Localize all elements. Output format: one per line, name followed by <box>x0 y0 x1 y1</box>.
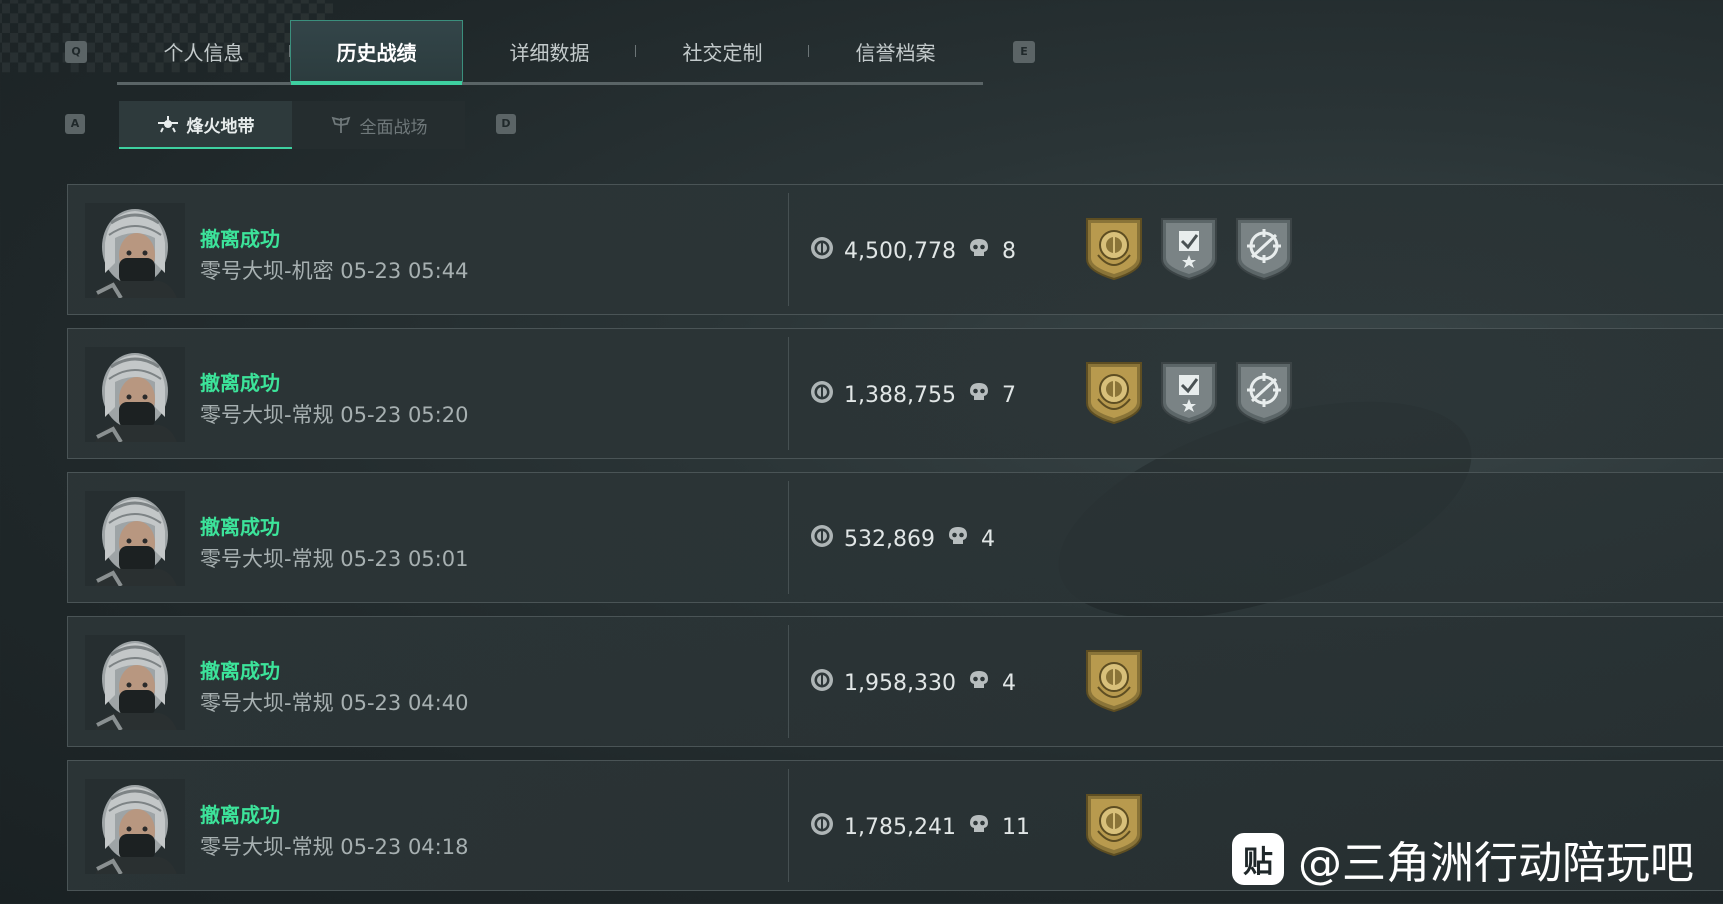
mode-tabs: 烽火地带 全面战场 <box>119 101 465 149</box>
coin-icon <box>810 524 844 554</box>
operator-avatar <box>85 635 185 730</box>
extracted-value: 532,869 <box>844 526 935 552</box>
checkmark-star-badge-icon[interactable] <box>1159 359 1219 425</box>
extracted-value: 4,500,778 <box>844 238 956 264</box>
drone-icon <box>157 116 178 133</box>
row-divider <box>788 337 789 450</box>
match-stats: 1,388,755 7 <box>810 379 1016 411</box>
watermark: 贴 @三角洲行动陪玩吧 <box>1232 827 1694 891</box>
match-record-row[interactable]: 撤离成功 零号大坝-常规 05-23 05:20 1,388,755 7 <box>67 328 1723 459</box>
map-and-time: 零号大坝-常规 05-23 04:40 <box>200 691 469 715</box>
wings-icon <box>331 116 350 133</box>
tab-personal-info[interactable]: 个人信息 <box>117 20 290 82</box>
kill-count: 4 <box>1001 670 1016 696</box>
tab-social-custom[interactable]: 社交定制 <box>636 20 809 82</box>
map-and-time: 零号大坝-常规 05-23 04:18 <box>200 835 469 859</box>
mode-tab-hazard-zone[interactable]: 烽火地带 <box>119 101 292 149</box>
watermark-text: @三角洲行动陪玩吧 <box>1298 838 1694 889</box>
row-divider <box>788 625 789 738</box>
extracted-value: 1,388,755 <box>844 382 956 408</box>
match-stats: 1,958,330 4 <box>810 667 1016 699</box>
extraction-status: 撤离成功 <box>200 659 280 683</box>
key-hint-a: A <box>65 114 85 134</box>
extracted-value: 1,785,241 <box>844 814 956 840</box>
mode-label: 全面战场 <box>359 117 428 138</box>
key-hint-e: E <box>1013 41 1035 63</box>
tab-label: 社交定制 <box>682 40 763 65</box>
skull-icon <box>956 381 1002 409</box>
tab-label: 历史战绩 <box>336 40 417 65</box>
match-stats: 1,785,241 11 <box>810 811 1030 843</box>
tab-reputation[interactable]: 信誉档案 <box>809 20 982 82</box>
kill-count: 4 <box>980 526 995 552</box>
skull-icon <box>956 813 1002 841</box>
extracted-value: 1,958,330 <box>844 670 956 696</box>
operator-avatar <box>85 347 185 442</box>
checkmark-star-badge-icon[interactable] <box>1159 215 1219 281</box>
operator-avatar <box>85 203 185 298</box>
kill-count: 11 <box>1001 814 1030 840</box>
coin-icon <box>810 668 844 698</box>
tab-detailed-data[interactable]: 详细数据 <box>463 20 636 82</box>
skull-icon <box>956 237 1002 265</box>
badge-list <box>1084 647 1159 713</box>
operator-avatar <box>85 779 185 874</box>
row-divider <box>788 481 789 594</box>
tab-label: 信誉档案 <box>855 40 936 65</box>
match-stats: 532,869 4 <box>810 523 995 555</box>
crosshair-badge-icon[interactable] <box>1234 359 1294 425</box>
crosshair-badge-icon[interactable] <box>1234 215 1294 281</box>
map-and-time: 零号大坝-机密 05-23 05:44 <box>200 259 469 283</box>
operator-avatar <box>85 491 185 586</box>
coin-icon <box>810 236 844 266</box>
tab-label: 详细数据 <box>509 40 590 65</box>
map-and-time: 零号大坝-常规 05-23 05:20 <box>200 403 469 427</box>
tab-label: 个人信息 <box>163 40 244 65</box>
gold-shield-badge-icon[interactable] <box>1084 647 1144 713</box>
extraction-status: 撤离成功 <box>200 803 280 827</box>
badge-list <box>1084 791 1159 857</box>
extraction-status: 撤离成功 <box>200 371 280 395</box>
match-record-row[interactable]: 撤离成功 零号大坝-机密 05-23 05:44 4,500,778 8 <box>67 184 1723 315</box>
extraction-status: 撤离成功 <box>200 227 280 251</box>
extraction-status: 撤离成功 <box>200 515 280 539</box>
skull-icon <box>956 669 1002 697</box>
kill-count: 7 <box>1001 382 1016 408</box>
match-record-list: 撤离成功 零号大坝-机密 05-23 05:44 4,500,778 8 撤离成… <box>67 184 1723 904</box>
badge-list <box>1084 359 1309 425</box>
main-tabs: 个人信息 历史战绩 详细数据 社交定制 信誉档案 <box>117 20 983 85</box>
row-divider <box>788 193 789 306</box>
match-stats: 4,500,778 8 <box>810 235 1016 267</box>
gold-shield-badge-icon[interactable] <box>1084 215 1144 281</box>
badge-list <box>1084 215 1309 281</box>
row-divider <box>788 769 789 882</box>
key-hint-d: D <box>496 114 516 134</box>
mode-label: 烽火地带 <box>186 116 255 137</box>
kill-count: 8 <box>1001 238 1016 264</box>
tab-match-history[interactable]: 历史战绩 <box>290 20 463 85</box>
coin-icon <box>810 812 844 842</box>
mode-tab-full-battlefield[interactable]: 全面战场 <box>292 101 465 149</box>
map-and-time: 零号大坝-常规 05-23 05:01 <box>200 547 469 571</box>
gold-shield-badge-icon[interactable] <box>1084 791 1144 857</box>
gold-shield-badge-icon[interactable] <box>1084 359 1144 425</box>
match-record-row[interactable]: 撤离成功 零号大坝-常规 05-23 04:40 1,958,330 4 <box>67 616 1723 747</box>
key-hint-q: Q <box>65 41 87 63</box>
tieba-logo-icon: 贴 <box>1232 833 1284 885</box>
coin-icon <box>810 380 844 410</box>
match-record-row[interactable]: 撤离成功 零号大坝-常规 05-23 05:01 532,869 4 <box>67 472 1723 603</box>
skull-icon <box>935 525 981 553</box>
